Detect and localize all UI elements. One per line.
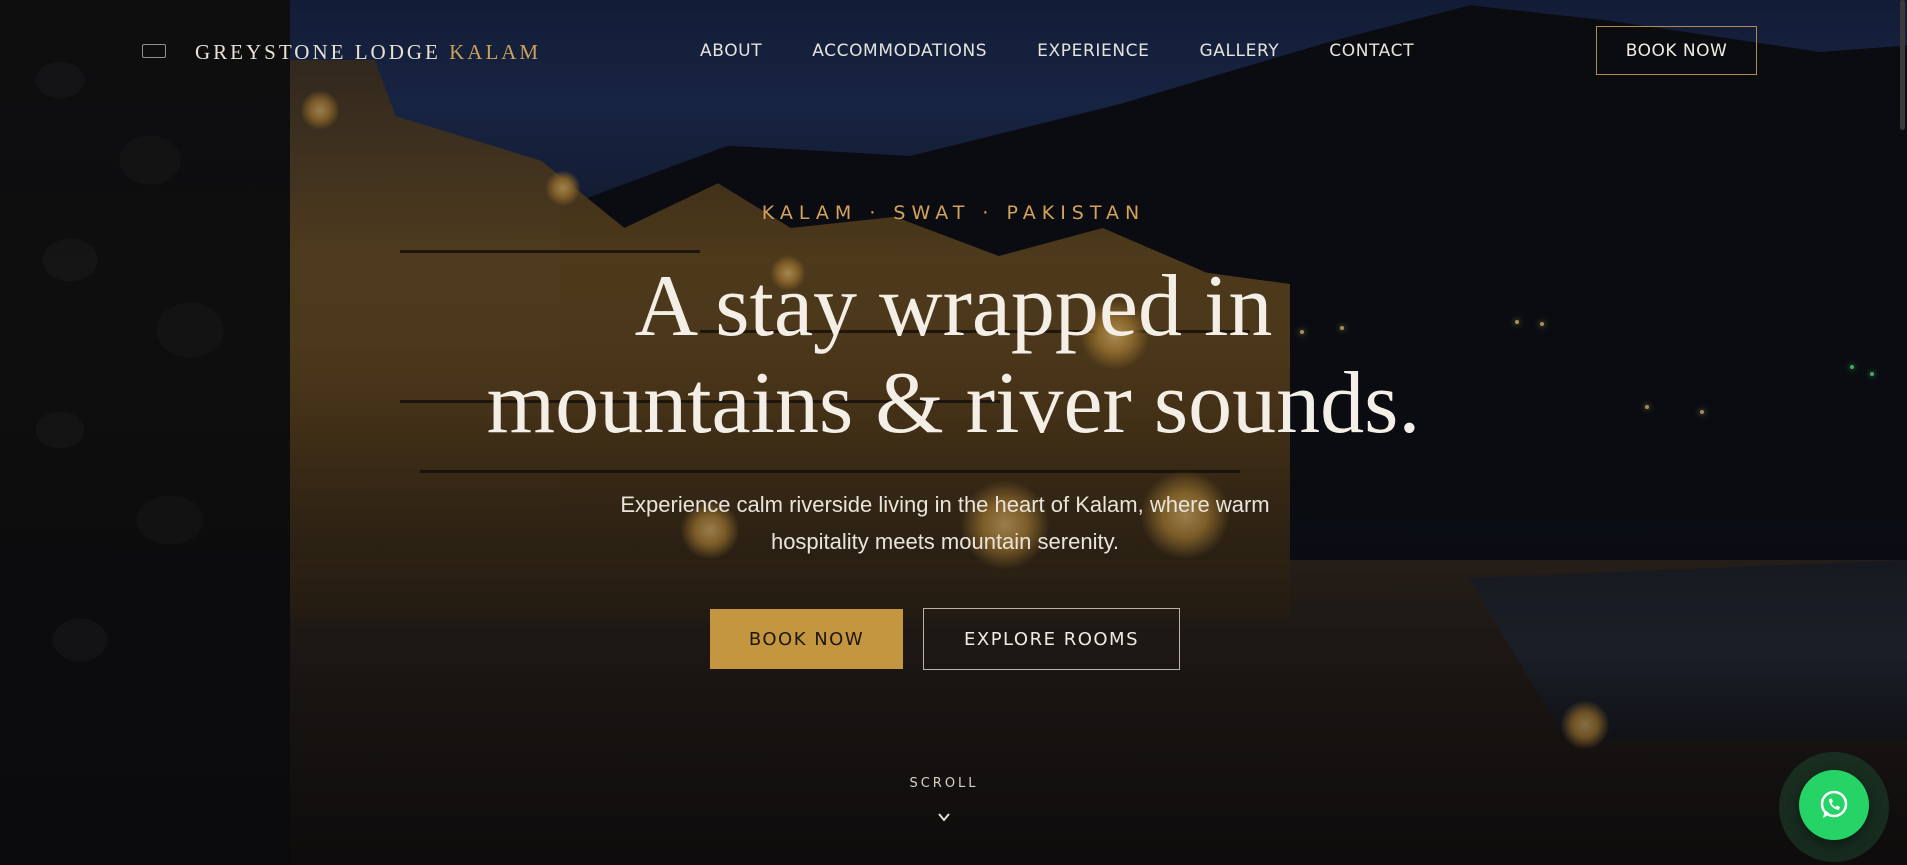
nav-link-about[interactable]: ABOUT bbox=[700, 41, 762, 61]
nav-link-contact[interactable]: CONTACT bbox=[1329, 41, 1414, 61]
book-now-button[interactable]: BOOK NOW bbox=[710, 609, 903, 669]
hero-subtext: Experience calm riverside living in the … bbox=[620, 492, 1270, 554]
page-scrollbar[interactable] bbox=[1900, 0, 1905, 130]
explore-rooms-button[interactable]: EXPLORE ROOMS bbox=[923, 608, 1180, 670]
top-navigation: GREYSTONE LODGE KALAM ABOUT ACCOMMODATIO… bbox=[0, 0, 1907, 104]
nav-link-accommodations[interactable]: ACCOMMODATIONS bbox=[812, 41, 987, 61]
logo-main-text: GREYSTONE LODGE bbox=[195, 40, 441, 64]
chevron-down-icon[interactable] bbox=[937, 810, 951, 824]
location-eyebrow: KALAM · SWAT · PAKISTAN bbox=[761, 202, 1146, 224]
nav-book-now-button[interactable]: BOOK NOW bbox=[1596, 26, 1757, 75]
nav-link-experience[interactable]: EXPERIENCE bbox=[1037, 41, 1149, 61]
whatsapp-icon bbox=[1820, 790, 1848, 818]
logo-accent-text: KALAM bbox=[449, 40, 542, 64]
scroll-label: SCROLL bbox=[909, 776, 979, 791]
headline-line-1: A stay wrapped in bbox=[634, 258, 1273, 355]
lodge-logo-icon[interactable] bbox=[142, 44, 166, 58]
nav-link-gallery[interactable]: GALLERY bbox=[1199, 41, 1279, 61]
headline-line-2: mountains & river sounds. bbox=[486, 355, 1421, 452]
nav-links: ABOUT ACCOMMODATIONS EXPERIENCE GALLERY … bbox=[700, 41, 1414, 61]
site-logo[interactable]: GREYSTONE LODGE KALAM bbox=[195, 40, 541, 65]
hero-headline: A stay wrapped in mountains & river soun… bbox=[0, 258, 1907, 452]
hero-content: KALAM · SWAT · PAKISTAN A stay wrapped i… bbox=[0, 0, 1907, 865]
whatsapp-button[interactable] bbox=[1799, 770, 1869, 840]
